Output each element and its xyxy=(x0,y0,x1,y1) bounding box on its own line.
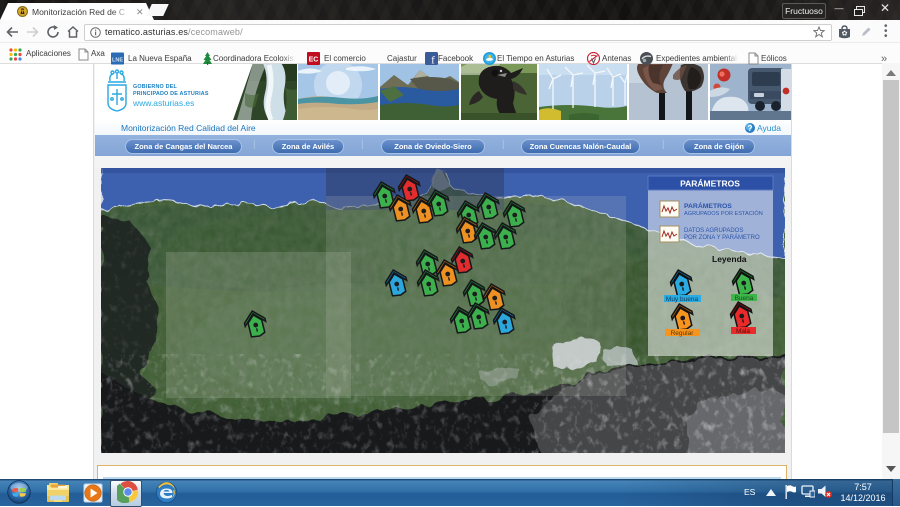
svg-text:LNE: LNE xyxy=(112,57,123,63)
svg-text:AGRUPADOS POR ESTACIÓN: AGRUPADOS POR ESTACIÓN xyxy=(684,210,763,217)
svg-text:Buena: Buena xyxy=(735,295,754,302)
svg-text:POR ZONA Y PARÁMETRO: POR ZONA Y PARÁMETRO xyxy=(684,234,760,241)
svg-text:Leyenda: Leyenda xyxy=(712,254,747,264)
svg-text:f: f xyxy=(431,55,435,66)
svg-text:Muy buena: Muy buena xyxy=(666,296,699,303)
svg-text:EC: EC xyxy=(309,57,319,64)
svg-text:PARÁMETROS: PARÁMETROS xyxy=(680,179,740,189)
svg-text:DATOS AGRUPADOS: DATOS AGRUPADOS xyxy=(684,228,743,234)
svg-text:?: ? xyxy=(748,123,753,132)
svg-text:Mala: Mala xyxy=(736,328,750,335)
svg-text:✿: ✿ xyxy=(842,31,848,38)
svg-text:Regular: Regular xyxy=(671,330,695,337)
svg-text:PARÁMETROS: PARÁMETROS xyxy=(684,201,732,210)
